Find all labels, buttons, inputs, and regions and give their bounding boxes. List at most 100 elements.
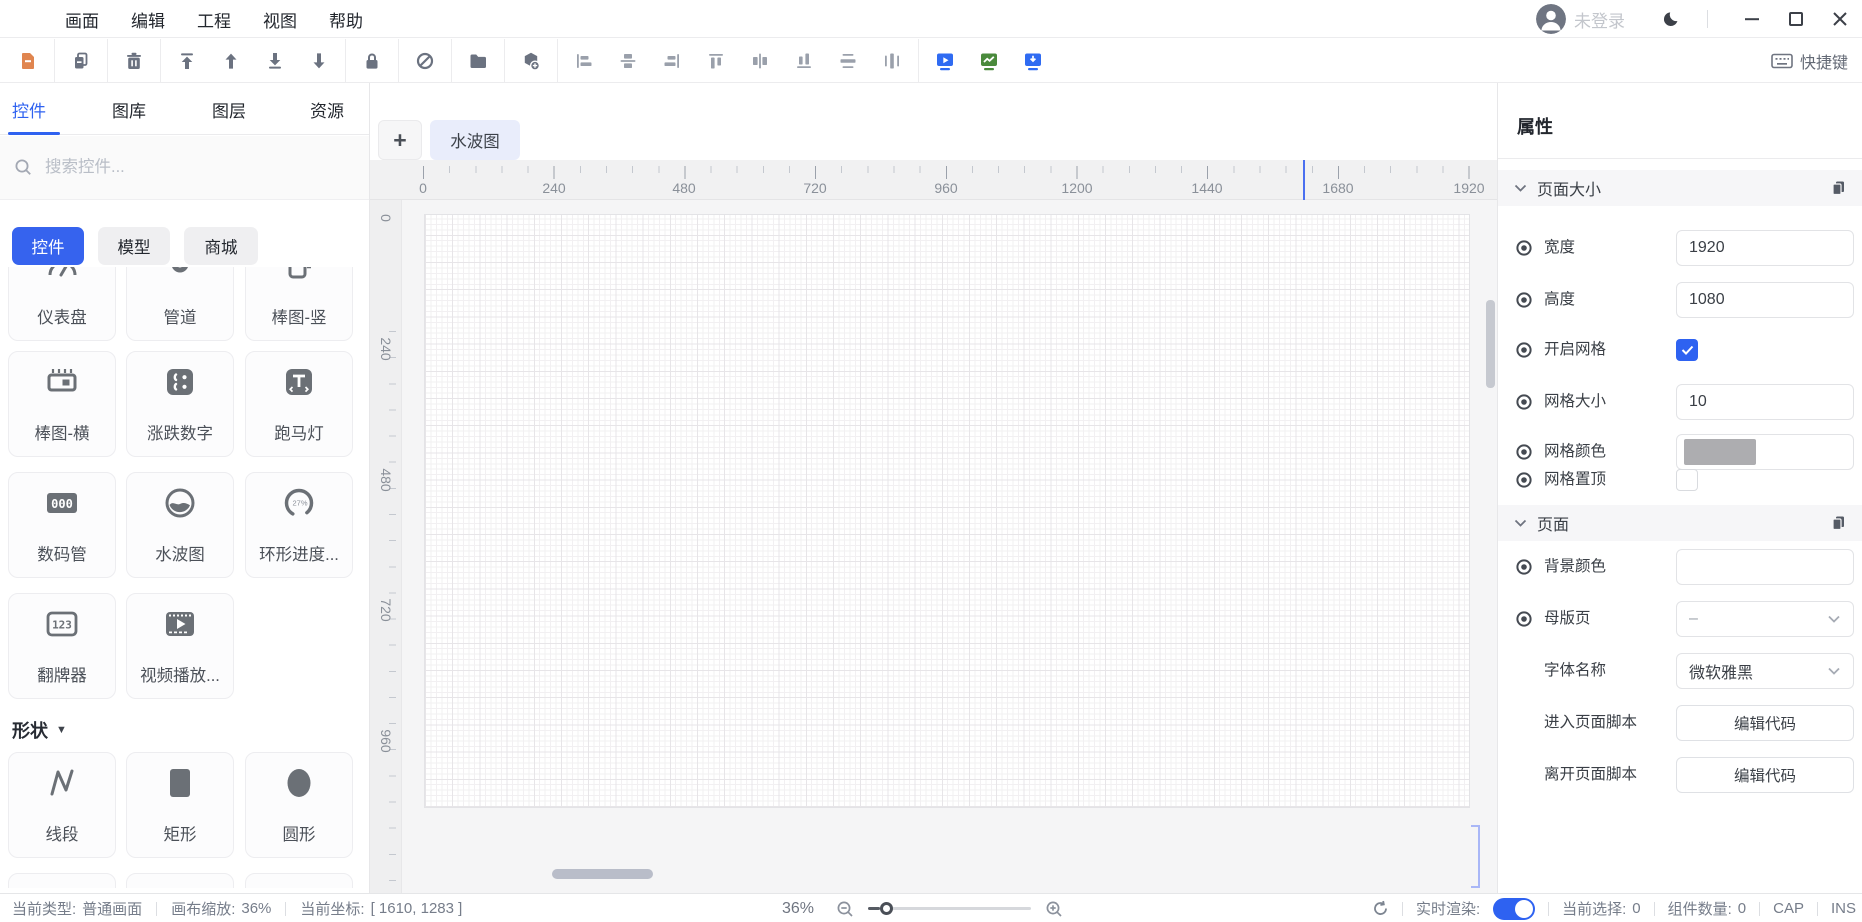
maximize-button[interactable] [1774,0,1818,38]
shapes-section-header[interactable]: 形状 ▼ [12,717,67,743]
component-card-partial[interactable] [245,873,353,888]
grid-size-input[interactable] [1676,384,1854,420]
distribute-rows-icon[interactable] [826,41,870,81]
bind-dot-icon[interactable] [1515,471,1533,489]
grid-color-swatch[interactable] [1684,439,1756,465]
bind-dot-icon[interactable] [1515,558,1533,576]
leave-script-label: 离开页面脚本 [1544,757,1637,793]
master-page-select[interactable]: – [1676,601,1854,637]
component-ring-progress[interactable]: 27% 环形进度... [245,472,353,578]
bg-color-input[interactable] [1676,549,1854,585]
login-status[interactable]: 未登录 [1574,7,1625,32]
add-component-icon[interactable] [509,41,553,81]
hide-icon[interactable] [403,41,447,81]
titlebar: 画面 编辑 工程 视图 帮助 未登录 [0,0,1862,38]
design-page[interactable] [424,214,1470,808]
grid-top-checkbox[interactable] [1676,469,1698,491]
tab-widgets[interactable]: 控件 [12,83,46,135]
zoom-out-icon[interactable] [836,900,854,918]
render-icon[interactable] [967,41,1011,81]
component-updown-number[interactable]: 涨跌数字 [126,351,234,457]
font-name-label: 字体名称 [1544,653,1606,689]
realtime-render-toggle[interactable] [1493,898,1535,920]
align-right-icon[interactable] [650,41,694,81]
tab-gallery[interactable]: 图库 [112,83,146,135]
minimize-button[interactable] [1730,0,1774,38]
tab-resources[interactable]: 资源 [310,83,344,135]
menu-view[interactable]: 视图 [263,7,297,32]
panel-title: 属性 [1517,113,1553,139]
bind-dot-icon[interactable] [1515,291,1533,309]
align-vertical-center-icon[interactable] [606,41,650,81]
shape-line[interactable]: 线段 [8,752,116,858]
copy-icon[interactable] [59,41,103,81]
line-shape-icon [9,765,115,801]
bring-to-front-icon[interactable] [165,41,209,81]
refresh-icon[interactable] [1372,900,1389,917]
menu-project[interactable]: 工程 [197,7,231,32]
distribute-columns-icon[interactable] [870,41,914,81]
shortcuts-button[interactable]: 快捷键 [1771,39,1848,83]
search-input[interactable] [43,157,323,178]
vertical-scrollbar[interactable] [1486,300,1495,388]
section-page-size[interactable]: 页面大小 [1498,170,1862,206]
component-card-partial[interactable] [126,873,234,888]
shape-rectangle[interactable]: 矩形 [126,752,234,858]
menu-edit[interactable]: 编辑 [131,7,165,32]
menu-help[interactable]: 帮助 [329,7,363,32]
component-bar-horizontal[interactable]: 棒图-横 [8,351,116,457]
align-bottom-icon[interactable] [782,41,826,81]
bind-dot-icon[interactable] [1515,443,1533,461]
grid-enable-checkbox[interactable] [1676,339,1698,361]
component-video-player[interactable]: 视频播放... [126,593,234,699]
component-marquee[interactable]: 跑马灯 [245,351,353,457]
folder-icon[interactable] [456,41,500,81]
zoom-in-icon[interactable] [1045,900,1063,918]
align-top-icon[interactable] [694,41,738,81]
copy-section-icon[interactable] [1831,180,1846,196]
copy-section-icon[interactable] [1831,515,1846,531]
bind-dot-icon[interactable] [1515,610,1533,628]
filter-widgets-button[interactable]: 控件 [12,227,84,265]
component-pipe[interactable]: 管道 [126,267,234,341]
delete-icon[interactable] [112,41,156,81]
download-icon[interactable] [1011,41,1055,81]
component-gauge[interactable]: 仪表盘 [8,267,116,341]
page-tab-active[interactable]: 水波图 [430,120,520,160]
align-left-icon[interactable] [562,41,606,81]
lock-icon[interactable] [350,41,394,81]
move-up-icon[interactable] [209,41,253,81]
user-avatar-icon[interactable] [1536,4,1566,34]
font-name-select[interactable]: 微软雅黑 [1676,653,1854,689]
bind-dot-icon[interactable] [1515,393,1533,411]
send-to-back-icon[interactable] [253,41,297,81]
filter-market-button[interactable]: 商城 [184,227,258,265]
search-bar [0,136,369,200]
component-card-partial[interactable] [8,873,116,888]
component-water-wave[interactable]: 水波图 [126,472,234,578]
bind-dot-icon[interactable] [1515,239,1533,257]
filter-models-button[interactable]: 模型 [98,227,170,265]
bar-vertical-icon [246,267,352,284]
zoom-slider-knob[interactable] [880,902,893,915]
tab-layers[interactable]: 图层 [212,83,246,135]
section-page[interactable]: 页面 [1498,505,1862,541]
leave-script-edit-button[interactable]: 编辑代码 [1676,757,1854,793]
dark-mode-icon[interactable] [1663,10,1681,28]
component-digital-tube[interactable]: 000 数码管 [8,472,116,578]
width-input[interactable] [1676,230,1854,266]
add-page-button[interactable]: + [378,120,422,160]
shape-circle[interactable]: 圆形 [245,752,353,858]
zoom-slider[interactable] [878,907,1031,910]
preview-icon[interactable] [923,41,967,81]
save-icon[interactable] [6,41,50,81]
close-button[interactable] [1818,0,1862,38]
component-bar-vertical[interactable]: 棒图-竖 [245,267,353,341]
align-horizontal-center-icon[interactable] [738,41,782,81]
menu-screen[interactable]: 画面 [65,7,99,32]
horizontal-scrollbar[interactable] [552,869,653,879]
bind-dot-icon[interactable] [1515,341,1533,359]
enter-script-edit-button[interactable]: 编辑代码 [1676,705,1854,741]
move-down-icon[interactable] [297,41,341,81]
height-input[interactable] [1676,282,1854,318]
